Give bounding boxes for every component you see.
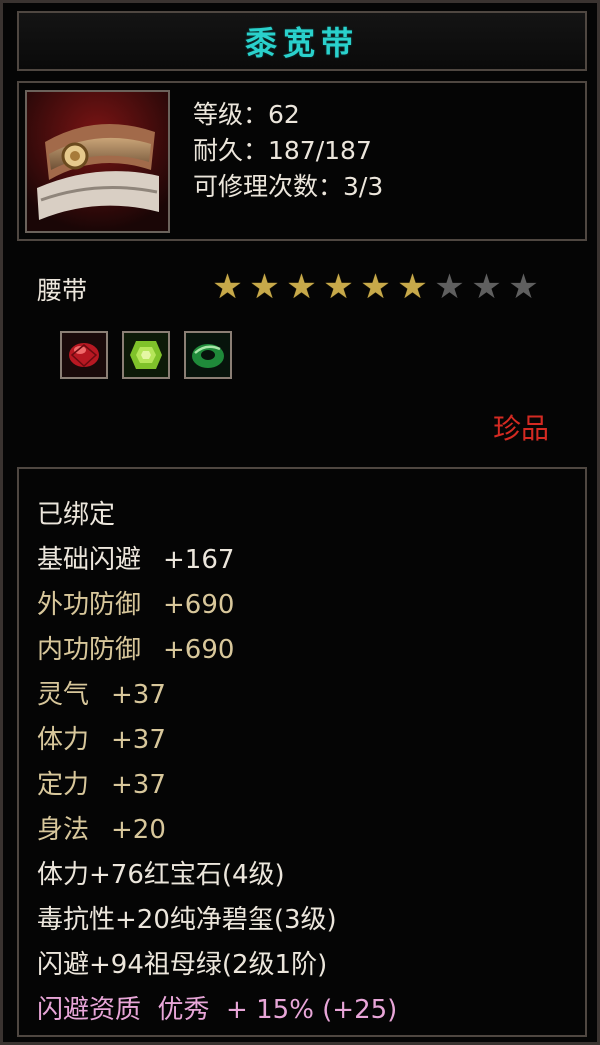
item-tooltip: 黍宽带 等级：62 耐久：187/187 可修理次数：3/3 腰带 ★ ★ ★ …	[0, 0, 600, 1045]
gem-slot-tourmaline[interactable]	[122, 331, 170, 379]
gem-bonus-tourmaline: 毒抗性+20纯净碧玺(3级)	[37, 905, 337, 935]
emerald-gem-icon	[186, 333, 230, 377]
star-rating: ★ ★ ★ ★ ★ ★ ★ ★ ★	[210, 267, 541, 307]
item-type: 腰带	[37, 276, 88, 305]
belt-icon	[25, 90, 170, 233]
attribute-row: 外功防御 +690	[37, 583, 397, 628]
attribute-name: 定力	[37, 770, 90, 800]
attribute-value: +20	[111, 815, 166, 845]
attribute-name: 内功防御	[37, 635, 142, 665]
star-empty-icon: ★	[508, 267, 539, 307]
attribute-value: +37	[111, 725, 166, 755]
attribute-row: 身法 +20	[37, 808, 397, 853]
attribute-value: +167	[163, 545, 235, 575]
attribute-name: 基础闪避	[37, 545, 142, 575]
attribute-row: 内功防御 +690	[37, 628, 397, 673]
tourmaline-gem-icon	[124, 333, 168, 377]
attribute-value: +37	[111, 770, 166, 800]
item-name: 黍宽带	[244, 24, 359, 62]
attribute-row: 体力 +37	[37, 718, 397, 763]
item-title-bar: 黍宽带	[17, 11, 587, 71]
gem-bonus-emerald: 闪避+94祖母绿(2级1阶)	[37, 950, 328, 980]
bound-status: 已绑定	[37, 500, 116, 530]
gem-slot-ruby[interactable]	[60, 331, 108, 379]
star-filled-icon: ★	[286, 267, 317, 307]
star-filled-icon: ★	[323, 267, 354, 307]
attribute-row: 定力 +37	[37, 763, 397, 808]
rarity-label: 珍品	[492, 412, 549, 445]
attribute-name: 体力	[37, 725, 90, 755]
gem-slot-emerald[interactable]	[184, 331, 232, 379]
durability-text: 耐久：187/187	[193, 136, 372, 165]
attribute-name: 外功防御	[37, 590, 142, 620]
attribute-row: 灵气 +37	[37, 673, 397, 718]
attribute-value: +37	[111, 680, 166, 710]
star-filled-icon: ★	[397, 267, 428, 307]
level-text: 等级：62	[193, 100, 300, 129]
star-filled-icon: ★	[249, 267, 280, 307]
attribute-name: 灵气	[37, 680, 90, 710]
attribute-value: +690	[163, 590, 235, 620]
repair-count-text: 可修理次数：3/3	[193, 172, 384, 201]
gem-sockets	[60, 331, 232, 379]
attribute-value: +690	[163, 635, 235, 665]
star-filled-icon: ★	[212, 267, 243, 307]
star-empty-icon: ★	[434, 267, 465, 307]
attribute-row: 基础闪避 +167	[37, 538, 397, 583]
star-empty-icon: ★	[471, 267, 502, 307]
attribute-name: 身法	[37, 815, 90, 845]
aptitude-line: 闪避资质 优秀 + 15% (+25)	[37, 995, 398, 1025]
ruby-gem-icon	[62, 333, 106, 377]
star-filled-icon: ★	[360, 267, 391, 307]
attribute-list: 已绑定 基础闪避 +167 外功防御 +690 内功防御 +690 灵气 +37 体力 +…	[37, 493, 397, 1033]
gem-bonus-ruby: 体力+76红宝石(4级)	[37, 860, 285, 890]
